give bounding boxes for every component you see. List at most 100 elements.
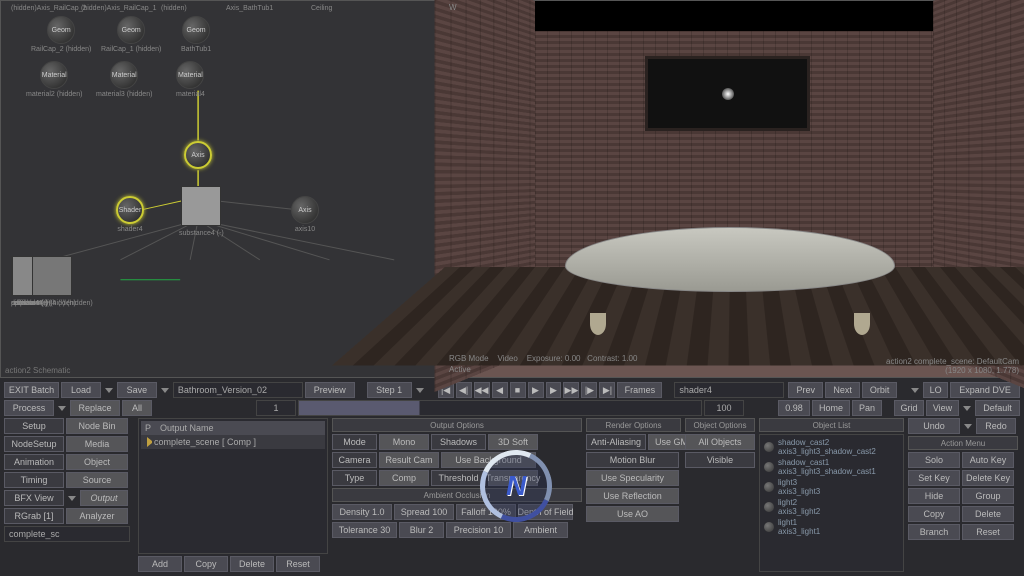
node-geom[interactable]: GeomRailCap_1 (hidden) xyxy=(101,16,161,53)
object-list[interactable]: shadow_cast2axis3_light3_shadow_cast2 sh… xyxy=(759,434,904,572)
reset-button[interactable]: Reset xyxy=(962,524,1014,540)
node-axis[interactable]: Axisaxis10 xyxy=(291,196,319,233)
node-geom[interactable]: GeomBathTub1 xyxy=(181,16,211,53)
node-substance[interactable]: substance4 (-) xyxy=(179,186,224,237)
group-button[interactable]: Group xyxy=(962,488,1014,504)
density-field[interactable]: Density 1.0 xyxy=(332,504,392,520)
prev-button[interactable]: Prev xyxy=(788,382,823,398)
dropdown-icon[interactable] xyxy=(105,388,113,393)
node-axis[interactable]: Axis xyxy=(184,141,212,169)
scene-name-field[interactable]: Bathroom_Version_02 xyxy=(173,382,303,398)
viewport-panel[interactable]: W RGB Mode Video Exposure: 0.00 Contrast… xyxy=(444,0,1024,378)
useao-button[interactable]: Use AO xyxy=(586,506,679,522)
lo-button[interactable]: LO xyxy=(923,382,948,398)
add-button[interactable]: Add xyxy=(138,556,182,572)
hide-button[interactable]: Hide xyxy=(908,488,960,504)
default-button[interactable]: Default xyxy=(975,400,1020,416)
precision-field[interactable]: Precision 10 xyxy=(446,522,511,538)
all-button[interactable]: All xyxy=(122,400,152,416)
transport-prev-key-icon[interactable]: ◀| xyxy=(456,382,472,398)
node-material[interactable]: Materialmaterial3 (hidden) xyxy=(96,61,152,98)
list-item[interactable]: shadow_cast1axis3_light3_shadow_cast1 xyxy=(762,457,901,477)
copy-button[interactable]: Copy xyxy=(908,506,960,522)
frame-end-field[interactable]: 100 xyxy=(704,400,744,416)
schematic-panel[interactable]: (hidden)Axis_RailCap_2 (hidden)Axis_Rail… xyxy=(0,0,444,378)
setkey-button[interactable]: Set Key xyxy=(908,470,960,486)
autokey-button[interactable]: Auto Key xyxy=(962,452,1014,468)
transport-last-icon[interactable]: ▶| xyxy=(599,382,615,398)
dof-button[interactable]: Depth of Field xyxy=(518,504,573,520)
tab-media[interactable]: Media xyxy=(66,436,128,452)
comp-button[interactable]: Comp xyxy=(379,470,429,486)
dropdown-icon[interactable] xyxy=(963,406,971,411)
deletekey-button[interactable]: Delete Key xyxy=(962,470,1014,486)
mono-button[interactable]: Mono xyxy=(379,434,429,450)
tab-object[interactable]: Object xyxy=(66,454,128,470)
reset-button[interactable]: Reset xyxy=(276,556,320,572)
process-button[interactable]: Process xyxy=(4,400,54,416)
motionblur-button[interactable]: Motion Blur xyxy=(586,452,679,468)
transport-stop-icon[interactable]: ■ xyxy=(510,382,526,398)
resultcam-button[interactable]: Result Cam xyxy=(379,452,439,468)
copy-button[interactable]: Copy xyxy=(184,556,228,572)
list-item[interactable]: light1axis3_light1 xyxy=(762,517,901,537)
list-item[interactable]: shadow_cast2axis3_light3_shadow_cast2 xyxy=(762,437,901,457)
transport-play-icon[interactable]: ▶ xyxy=(528,382,544,398)
transport-next-icon[interactable]: ▶▶ xyxy=(563,382,579,398)
preview-button[interactable]: Preview xyxy=(305,382,355,398)
replace-button[interactable]: Replace xyxy=(70,400,120,416)
solo-button[interactable]: Solo xyxy=(908,452,960,468)
node-shader[interactable]: Shadershader4 xyxy=(116,196,144,233)
list-item[interactable]: light3axis3_light3 xyxy=(762,477,901,497)
usereflect-button[interactable]: Use Reflection xyxy=(586,488,679,504)
tab-setup[interactable]: Setup xyxy=(4,418,64,434)
save-button[interactable]: Save xyxy=(117,382,157,398)
delete-button[interactable]: Delete xyxy=(962,506,1014,522)
dropdown-icon[interactable] xyxy=(58,406,66,411)
redo-button[interactable]: Redo xyxy=(976,418,1016,434)
transport-step-fwd-icon[interactable]: ▶ xyxy=(546,382,562,398)
spread-field[interactable]: Spread 100 xyxy=(394,504,454,520)
falloff-field[interactable]: Falloff 100% xyxy=(456,504,516,520)
home-button[interactable]: Home xyxy=(812,400,850,416)
tab-nodebin[interactable]: Node Bin xyxy=(66,418,128,434)
ambient-button[interactable]: Ambient xyxy=(513,522,568,538)
3dsoft-button[interactable]: 3D Soft xyxy=(488,434,538,450)
node-displacement[interactable]: displacement4 (-) (hidden) xyxy=(11,256,93,307)
aa-button[interactable]: Anti-Aliasing xyxy=(586,434,646,450)
node-material[interactable]: Materialmaterial4 xyxy=(176,61,205,98)
blur-field[interactable]: Blur 2 xyxy=(399,522,444,538)
grid-button[interactable]: Grid xyxy=(894,400,924,416)
orbit-button[interactable]: Orbit xyxy=(862,382,897,398)
tab-timing[interactable]: Timing xyxy=(4,472,64,488)
load-button[interactable]: Load xyxy=(61,382,101,398)
transport-step-back-icon[interactable]: ◀ xyxy=(492,382,508,398)
step-button[interactable]: Step 1 xyxy=(367,382,412,398)
tab-nodesetup[interactable]: NodeSetup xyxy=(4,436,64,452)
dropdown-icon[interactable] xyxy=(911,388,919,393)
tab-bfxview[interactable]: BFX View xyxy=(4,490,64,506)
all-objects-button[interactable]: All Objects xyxy=(685,434,755,450)
zoom-field[interactable]: 0.98 xyxy=(778,400,810,416)
dropdown-icon[interactable] xyxy=(68,496,76,501)
current-object-field[interactable]: shader4 xyxy=(674,382,784,398)
pan-button[interactable]: Pan xyxy=(852,400,882,416)
delete-button[interactable]: Delete xyxy=(230,556,274,572)
transparency-button[interactable]: Transparency xyxy=(488,470,538,486)
output-item[interactable]: complete_scene [ Comp ] xyxy=(141,435,325,449)
tab-source[interactable]: Source xyxy=(66,472,128,488)
exit-batch-button[interactable]: EXIT Batch xyxy=(4,382,59,398)
tab-analyzer[interactable]: Analyzer xyxy=(66,508,128,524)
tab-rgrab[interactable]: RGrab [1] xyxy=(4,508,64,524)
tolerance-field[interactable]: Tolerance 30 xyxy=(332,522,397,538)
transport-prev-icon[interactable]: ◀◀ xyxy=(474,382,490,398)
dropdown-icon[interactable] xyxy=(964,424,972,429)
usespec-button[interactable]: Use Specularity xyxy=(586,470,679,486)
node-geom[interactable]: GeomRailCap_2 (hidden) xyxy=(31,16,91,53)
view-button[interactable]: View xyxy=(926,400,959,416)
tab-animation[interactable]: Animation xyxy=(4,454,64,470)
undo-button[interactable]: Undo xyxy=(908,418,960,434)
output-list[interactable]: POutput Name complete_scene [ Comp ] xyxy=(138,418,328,554)
transport-next-key-icon[interactable]: |▶ xyxy=(581,382,597,398)
list-item[interactable]: light2axis3_light2 xyxy=(762,497,901,517)
